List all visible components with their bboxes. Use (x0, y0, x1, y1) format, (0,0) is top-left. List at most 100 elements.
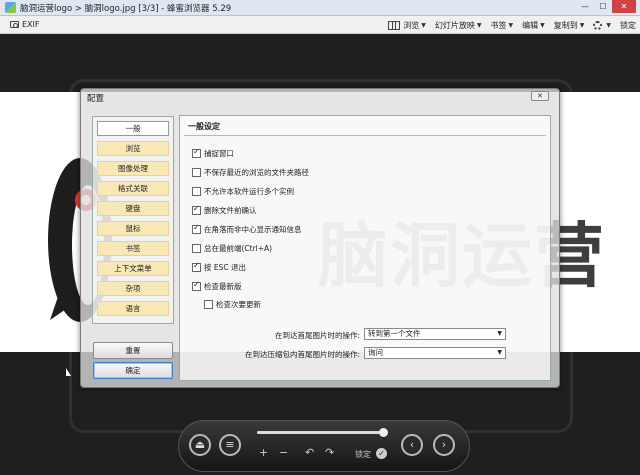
checkbox[interactable] (192, 147, 201, 158)
menu-button[interactable]: ≡ (219, 434, 241, 456)
end-action-select[interactable]: 转到第一个文件 ▼ (364, 328, 506, 340)
option-label: 检查最新版 (204, 282, 242, 291)
checkbox[interactable] (192, 168, 201, 177)
prev-button[interactable]: ‹ (401, 434, 423, 456)
nav-item-keyboard[interactable]: 键盘 (97, 201, 169, 216)
checkbox[interactable] (192, 244, 201, 253)
lock-label: 锁定 (620, 20, 636, 30)
lock-check-icon[interactable]: ✓ (376, 448, 387, 459)
archive-end-action-label: 在到达压缩包内首尾图片时的操作: (244, 350, 360, 359)
layout-icon (388, 20, 401, 30)
copy-to-label: 复制到 (553, 20, 578, 30)
camera-icon (10, 21, 19, 28)
nav-item-mouse[interactable]: 鼠标 (97, 221, 169, 236)
option-corner-notify[interactable]: 在角落而非中心显示通知信息 (192, 223, 302, 235)
chevron-down-icon: ▼ (476, 21, 482, 29)
slider-handle[interactable] (379, 428, 389, 437)
chevron-down-icon: ▼ (606, 21, 611, 29)
settings-content: 一般设定 捕捉窗口 不保存最近的浏览的文件夹路径 不允许本软件运行多个实例 删除… (179, 115, 551, 381)
option-label: 检查次要更新 (216, 300, 261, 309)
slider-fill (257, 431, 384, 434)
slideshow-label: 幻灯片放映 (434, 20, 475, 30)
browse-menu[interactable]: 浏览 ▼ (388, 20, 426, 31)
checkbox[interactable] (192, 187, 201, 196)
rotate-left-button[interactable]: ↶ (305, 446, 314, 459)
option-label: 删除文件前确认 (204, 206, 257, 215)
option-confirm-delete[interactable]: 删除文件前确认 (192, 204, 257, 216)
toolbar-menu: 浏览 ▼ 幻灯片放映 ▼ 书签 ▼ 编辑 ▼ 复制到 ▼ ▼ 锁定 (379, 16, 636, 34)
option-check-minor-update[interactable]: 检查次要更新 (204, 299, 261, 310)
checkbox[interactable] (192, 280, 201, 291)
option-no-recent-path[interactable]: 不保存最近的浏览的文件夹路径 (192, 167, 309, 178)
settings-menu[interactable]: ▼ (593, 20, 611, 30)
select-value: 转到第一个文件 (368, 329, 421, 338)
checkbox[interactable] (192, 261, 201, 272)
edit-menu[interactable]: 编辑 ▼ (522, 20, 545, 31)
chevron-down-icon: ▼ (497, 330, 502, 337)
bookmarks-label: 书签 (490, 20, 507, 30)
chevron-down-icon: ▼ (508, 21, 514, 29)
option-always-on-top[interactable]: 总在最前端(Ctrl+A) (192, 243, 272, 254)
image-slider[interactable] (257, 428, 389, 437)
bookmarks-menu[interactable]: 书签 ▼ (491, 20, 514, 31)
option-label: 按 ESC 退出 (204, 263, 247, 272)
option-single-instance[interactable]: 不允许本软件运行多个实例 (192, 186, 294, 197)
app-icon (5, 2, 16, 13)
mouse-cursor (66, 368, 71, 376)
chevron-down-icon: ▼ (421, 21, 426, 29)
viewer-control-bar: ⏏ ≡ + − ↶ ↷ 锁定 ✓ ‹ › (178, 420, 470, 472)
option-label: 捕捉窗口 (204, 149, 234, 158)
nav-item-language[interactable]: 语言 (97, 301, 169, 316)
archive-end-action-select[interactable]: 询问 ▼ (364, 347, 506, 359)
slideshow-menu[interactable]: 幻灯片放映 ▼ (435, 20, 482, 31)
window-controls: — ☐ ✕ (576, 0, 636, 13)
nav-item-misc[interactable]: 杂项 (97, 281, 169, 296)
nav-item-format-association[interactable]: 格式关联 (97, 181, 169, 196)
option-label: 在角落而非中心显示通知信息 (204, 225, 302, 234)
option-esc-exit[interactable]: 按 ESC 退出 (192, 261, 247, 273)
section-divider (184, 135, 546, 136)
exif-label: EXIF (22, 20, 40, 29)
browse-label: 浏览 (403, 20, 420, 30)
nav-item-context-menu[interactable]: 上下文菜单 (97, 261, 169, 276)
section-title: 一般设定 (188, 122, 220, 131)
eject-button[interactable]: ⏏ (189, 434, 211, 456)
copy-to-menu[interactable]: 复制到 ▼ (554, 20, 585, 31)
checkbox[interactable] (192, 204, 201, 215)
reset-button[interactable]: 重置 (93, 342, 173, 359)
chevron-down-icon: ▼ (579, 21, 585, 29)
zoom-in-button[interactable]: + (259, 446, 268, 459)
zoom-out-button[interactable]: − (279, 446, 288, 459)
nav-item-bookmarks[interactable]: 书签 (97, 241, 169, 256)
nav-item-browse[interactable]: 浏览 (97, 141, 169, 156)
close-button[interactable]: ✕ (612, 0, 636, 13)
edit-label: 编辑 (522, 20, 539, 30)
dialog-title: 配置 (87, 94, 105, 104)
config-dialog: 配置 ✕ 一般 浏览 图像处理 格式关联 键盘 鼠标 书签 上下文菜单 杂项 语… (80, 88, 560, 388)
minimize-button[interactable]: — (576, 0, 594, 13)
ok-button[interactable]: 确定 (93, 362, 173, 379)
lock-label: 锁定 (355, 450, 371, 459)
option-check-update[interactable]: 检查最新版 (192, 280, 242, 292)
checkbox[interactable] (204, 300, 213, 309)
nav-item-image-processing[interactable]: 图像处理 (97, 161, 169, 176)
rotate-right-button[interactable]: ↷ (325, 446, 334, 459)
option-label: 不保存最近的浏览的文件夹路径 (204, 168, 309, 177)
window-title: 脑洞运营logo > 脑洞logo.jpg [3/3] - 蜂蜜浏览器 5.29 (20, 3, 232, 14)
nav-item-general[interactable]: 一般 (97, 121, 169, 136)
maximize-button[interactable]: ☐ (594, 0, 612, 13)
settings-nav: 一般 浏览 图像处理 格式关联 键盘 鼠标 书签 上下文菜单 杂项 语言 (92, 116, 174, 324)
select-value: 询问 (368, 348, 383, 357)
toolbar: EXIF 浏览 ▼ 幻灯片放映 ▼ 书签 ▼ 编辑 ▼ 复制到 ▼ ▼ 锁定 (0, 16, 640, 34)
chevron-down-icon: ▼ (497, 349, 502, 356)
checkbox[interactable] (192, 223, 201, 234)
dialog-close-button[interactable]: ✕ (531, 91, 549, 101)
exif-button[interactable]: EXIF (10, 20, 40, 29)
option-label: 总在最前端(Ctrl+A) (204, 244, 273, 253)
lock-toggle[interactable]: 锁定 (620, 20, 636, 31)
chevron-down-icon: ▼ (540, 21, 545, 29)
option-capture-window[interactable]: 捕捉窗口 (192, 147, 234, 159)
next-button[interactable]: › (433, 434, 455, 456)
option-label: 不允许本软件运行多个实例 (204, 187, 294, 196)
title-bar: 脑洞运营logo > 脑洞logo.jpg [3/3] - 蜂蜜浏览器 5.29… (0, 0, 640, 16)
